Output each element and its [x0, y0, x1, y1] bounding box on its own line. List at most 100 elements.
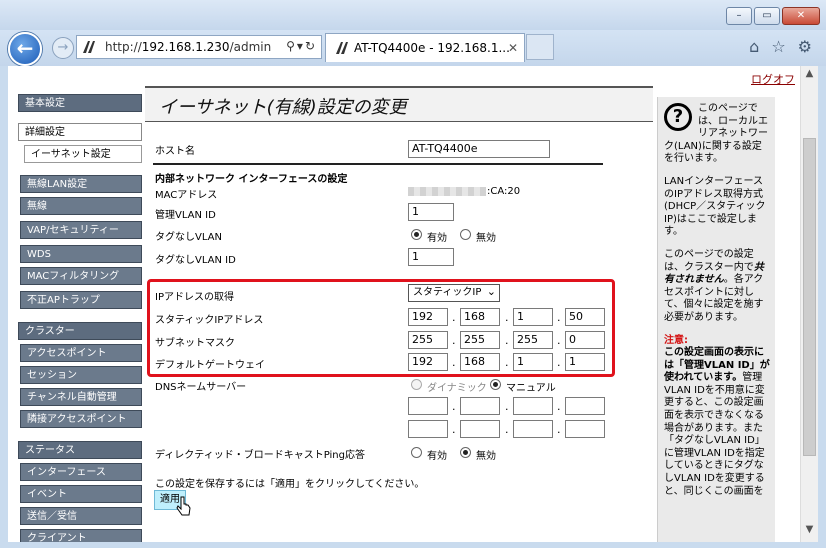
untagged-vlan-id-label: タグなしVLAN ID: [155, 255, 236, 266]
dns2-octet-3[interactable]: [513, 420, 553, 438]
sidebar-item-access-point[interactable]: アクセスポイント: [20, 344, 142, 362]
help-panel: ? このページでは、ローカルエリアネットワーク(LAN)に関する設定を行います。…: [657, 97, 775, 542]
untagged-vlan-id-input[interactable]: 1: [408, 248, 454, 266]
scroll-up-icon[interactable]: ▲: [801, 68, 818, 84]
browser-tab[interactable]: AT-TQ4400e - 192.168.1... ✕: [325, 33, 525, 62]
mask-octet-3[interactable]: 255: [513, 331, 553, 349]
back-arrow-icon[interactable]: ←: [8, 32, 42, 66]
sidebar-item-advanced[interactable]: 詳細設定: [18, 123, 142, 141]
tab-close-icon[interactable]: ✕: [508, 41, 518, 55]
ping-label: ディレクティッド・ブロードキャストPing応答: [155, 450, 365, 461]
ping-enabled-label: 有効: [427, 451, 447, 462]
untagged-disabled-label: 無効: [476, 233, 496, 244]
vertical-scrollbar[interactable]: ▲ ▼: [800, 66, 818, 542]
gw-octet-1[interactable]: 192: [408, 353, 448, 371]
ip-mode-select[interactable]: スタティックIP ⌄: [408, 284, 500, 302]
help-note: 注意: この設定画面の表示には「管理VLAN ID」が使われています。管理VLAN…: [664, 334, 770, 497]
sidebar-item-vap[interactable]: VAP/セキュリティー: [20, 221, 142, 239]
sidebar-item-mac-filter[interactable]: MACフィルタリング: [20, 267, 142, 285]
close-window-button[interactable]: ✕: [782, 7, 820, 25]
sidebar-item-event[interactable]: イベント: [20, 485, 142, 503]
dropdown-icon: ▾: [296, 39, 305, 53]
forward-arrow-icon[interactable]: →: [52, 37, 74, 59]
help-text-2: LANインターフェースのIPアドレス取得方式(DHCP／スタティックIP)はここ…: [664, 175, 766, 238]
static-ip-label: スタティックIPアドレス: [155, 315, 264, 326]
hostname-label: ホスト名: [155, 146, 195, 157]
page-title: イーサネット(有線)設定の変更: [159, 97, 407, 118]
ping-disabled-radio[interactable]: [460, 447, 471, 458]
ip-get-label: IPアドレスの取得: [155, 292, 234, 303]
sidebar-item-wireless[interactable]: 無線: [20, 197, 142, 215]
help-text-3: このページでの設定は、クラスター内で共有されません。各アクセスポイントに対して、…: [664, 248, 764, 323]
dns-manual-radio[interactable]: [490, 379, 501, 390]
sidebar-item-cluster[interactable]: クラスター: [18, 322, 142, 340]
untagged-disabled-radio[interactable]: [460, 229, 471, 240]
ip-octet-2[interactable]: 168: [460, 308, 500, 326]
settings-gear-icon[interactable]: ⚙: [798, 37, 812, 56]
chevron-down-icon: ⌄: [486, 285, 496, 298]
home-icon[interactable]: ⌂: [749, 37, 759, 56]
sidebar-item-interface[interactable]: インターフェース: [20, 463, 142, 481]
mask-octet-1[interactable]: 255: [408, 331, 448, 349]
sidebar-item-neighbor[interactable]: 隣接アクセスポイント: [20, 410, 142, 428]
sidebar-item-ethernet[interactable]: イーサネット設定: [24, 145, 142, 163]
ip-octet-1[interactable]: 192: [408, 308, 448, 326]
gw-octet-4[interactable]: 1: [565, 353, 605, 371]
dns2-octet-1[interactable]: [408, 420, 448, 438]
mask-octet-4[interactable]: 0: [565, 331, 605, 349]
ping-enabled-radio[interactable]: [411, 447, 422, 458]
gw-octet-3[interactable]: 1: [513, 353, 553, 371]
untagged-enabled-radio[interactable]: [411, 229, 422, 240]
ip-octet-3[interactable]: 1: [513, 308, 553, 326]
mouse-cursor-icon: [176, 496, 191, 516]
tab-title: AT-TQ4400e - 192.168.1...: [354, 41, 510, 55]
dns2-octet-2[interactable]: [460, 420, 500, 438]
untagged-enabled-label: 有効: [427, 233, 447, 244]
untagged-vlan-label: タグなしVLAN: [155, 232, 222, 243]
maximize-button[interactable]: ▭: [754, 7, 780, 25]
dns2-octet-4[interactable]: [565, 420, 605, 438]
sidebar-item-wlan[interactable]: 無線LAN設定: [20, 175, 142, 193]
site-favicon-icon: [83, 41, 95, 53]
dns-manual-label: マニュアル: [506, 383, 556, 394]
mac-value: :CA:20: [408, 186, 520, 197]
save-note: この設定を保存するには「適用」をクリックしてください。: [155, 479, 425, 490]
logout-link[interactable]: ログオフ: [751, 71, 795, 87]
sidebar-item-basic[interactable]: 基本設定: [18, 94, 142, 112]
mgmt-vlan-input[interactable]: 1: [408, 203, 454, 221]
sidebar-item-wds[interactable]: WDS: [20, 245, 142, 263]
hostname-input[interactable]: AT-TQ4400e: [408, 140, 550, 158]
address-bar[interactable]: http://192.168.1.230/admin ⚲▾↻: [76, 35, 322, 59]
sidebar-item-status[interactable]: ステータス: [18, 441, 142, 459]
new-tab-button[interactable]: [526, 34, 554, 60]
address-url: http://192.168.1.230/admin: [105, 40, 272, 54]
address-actions[interactable]: ⚲▾↻: [286, 39, 317, 53]
search-icon: ⚲: [286, 39, 297, 53]
dns1-octet-2[interactable]: [460, 397, 500, 415]
ip-octet-4[interactable]: 50: [565, 308, 605, 326]
tab-favicon-icon: [336, 42, 348, 54]
scroll-thumb[interactable]: [803, 138, 816, 456]
scroll-down-icon[interactable]: ▼: [801, 524, 818, 540]
web-page: ログオフ 基本設定 詳細設定 イーサネット設定 無線LAN設定 無線 VAP/セ…: [8, 66, 800, 542]
sidebar-item-rogue-ap[interactable]: 不正APトラップ: [20, 291, 142, 309]
ping-disabled-label: 無効: [476, 451, 496, 462]
dns1-octet-3[interactable]: [513, 397, 553, 415]
sidebar-item-client[interactable]: クライアント: [20, 529, 142, 542]
mgmt-vlan-label: 管理VLAN ID: [155, 210, 216, 221]
title-bar: – ▭ ✕: [0, 0, 826, 30]
internal-section-title: 内部ネットワーク インターフェースの設定: [155, 174, 348, 185]
sidebar-item-channel[interactable]: チャンネル自動管理: [20, 388, 142, 406]
dns1-octet-1[interactable]: [408, 397, 448, 415]
favorites-star-icon[interactable]: ☆: [771, 37, 785, 56]
gw-octet-2[interactable]: 168: [460, 353, 500, 371]
dns1-octet-4[interactable]: [565, 397, 605, 415]
dns-label: DNSネームサーバー: [155, 382, 247, 393]
main-content: イーサネット(有線)設定の変更 ホスト名 AT-TQ4400e 内部ネットワーク…: [145, 86, 653, 542]
mask-octet-2[interactable]: 255: [460, 331, 500, 349]
dns-dynamic-radio[interactable]: [411, 379, 422, 390]
sidebar-item-session[interactable]: セッション: [20, 366, 142, 384]
sidebar-item-txrx[interactable]: 送信／受信: [20, 507, 142, 525]
minimize-button[interactable]: –: [726, 7, 752, 25]
refresh-icon: ↻: [304, 39, 317, 53]
